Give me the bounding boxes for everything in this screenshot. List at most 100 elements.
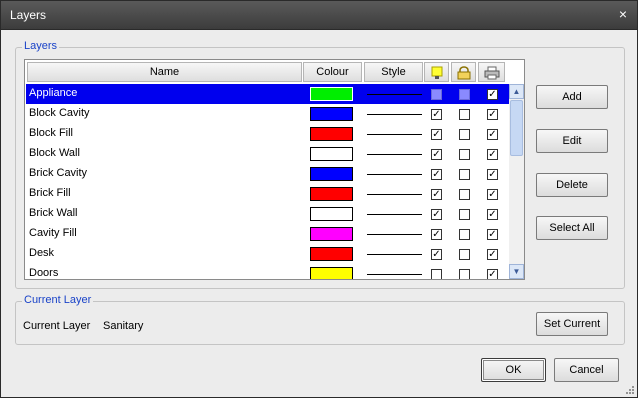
window-title: Layers <box>10 8 47 22</box>
column-header-name-label: Name <box>149 66 180 78</box>
layer-print-checkbox[interactable]: ✓ <box>487 269 498 279</box>
scroll-down-icon[interactable]: ▼ <box>509 264 524 279</box>
add-button[interactable]: Add <box>536 85 608 109</box>
layer-row[interactable]: Doors ✓ <box>26 264 509 279</box>
layer-colour-swatch[interactable] <box>310 147 353 161</box>
layers-group-label: Layers <box>22 40 60 52</box>
layer-row[interactable]: Brick Wall ✓ ✓ <box>26 204 509 224</box>
layer-colour-swatch[interactable] <box>310 267 353 279</box>
layer-lock-checkbox[interactable] <box>459 209 470 220</box>
column-header-lock[interactable] <box>451 62 476 82</box>
column-header-name[interactable]: Name <box>27 62 302 82</box>
vertical-scrollbar[interactable]: ▲ ▼ <box>509 84 524 279</box>
layer-style-line[interactable] <box>367 174 422 175</box>
layer-visible-checkbox[interactable]: ✓ <box>431 109 442 120</box>
layer-name: Appliance <box>29 87 78 99</box>
layer-style-line[interactable] <box>367 134 422 135</box>
select-all-button[interactable]: Select All <box>536 216 608 240</box>
layer-visible-checkbox[interactable]: ✓ <box>431 129 442 140</box>
layer-style-line[interactable] <box>367 234 422 235</box>
layer-print-checkbox[interactable]: ✓ <box>487 109 498 120</box>
layer-visible-checkbox[interactable]: ✓ <box>431 169 442 180</box>
layer-row[interactable]: Brick Fill ✓ ✓ <box>26 184 509 204</box>
layer-visible-checkbox[interactable]: ✓ <box>431 209 442 220</box>
delete-button[interactable]: Delete <box>536 173 608 197</box>
layer-colour-swatch[interactable] <box>310 127 353 141</box>
layer-lock-checkbox[interactable] <box>459 269 470 279</box>
layer-row[interactable]: Appliance ✓ <box>26 84 509 104</box>
layer-style-line[interactable] <box>367 274 422 275</box>
column-header-style-label: Style <box>381 66 406 78</box>
layer-style-line[interactable] <box>367 94 422 95</box>
layer-lock-checkbox[interactable] <box>459 169 470 180</box>
layer-print-checkbox[interactable]: ✓ <box>487 209 498 220</box>
current-layer-group-label: Current Layer <box>22 294 94 306</box>
layer-name: Cavity Fill <box>29 227 77 239</box>
layer-visible-checkbox[interactable] <box>431 89 442 100</box>
cancel-button[interactable]: Cancel <box>554 358 619 382</box>
layer-lock-checkbox[interactable] <box>459 129 470 140</box>
layer-print-checkbox[interactable]: ✓ <box>487 189 498 200</box>
layer-name: Doors <box>29 267 59 279</box>
column-header-visible[interactable] <box>424 62 449 82</box>
edit-button[interactable]: Edit <box>536 129 608 153</box>
layer-row[interactable]: Brick Cavity ✓ ✓ <box>26 164 509 184</box>
layers-dialog: Layers × Layers Name Colour Style Applia… <box>0 0 638 398</box>
resize-grip-icon[interactable] <box>626 386 634 394</box>
layer-style-line[interactable] <box>367 194 422 195</box>
layer-colour-swatch[interactable] <box>310 87 353 101</box>
layer-colour-swatch[interactable] <box>310 187 353 201</box>
layer-visible-checkbox[interactable] <box>431 269 442 279</box>
layer-print-checkbox[interactable]: ✓ <box>487 249 498 260</box>
layer-visible-checkbox[interactable]: ✓ <box>431 189 442 200</box>
layer-lock-checkbox[interactable] <box>459 149 470 160</box>
column-header-colour-label: Colour <box>316 66 349 78</box>
layer-style-line[interactable] <box>367 254 422 255</box>
layer-name: Block Fill <box>29 127 74 139</box>
layer-print-checkbox[interactable]: ✓ <box>487 129 498 140</box>
layer-lock-checkbox[interactable] <box>459 249 470 260</box>
layer-colour-swatch[interactable] <box>310 167 353 181</box>
layer-name: Brick Fill <box>29 187 71 199</box>
layer-visible-checkbox[interactable]: ✓ <box>431 149 442 160</box>
layer-colour-swatch[interactable] <box>310 107 353 121</box>
layer-colour-swatch[interactable] <box>310 247 353 261</box>
layer-colour-swatch[interactable] <box>310 227 353 241</box>
layer-name: Brick Wall <box>29 207 78 219</box>
column-header-style[interactable]: Style <box>364 62 423 82</box>
layer-row[interactable]: Block Wall ✓ ✓ <box>26 144 509 164</box>
layer-lock-checkbox[interactable] <box>459 109 470 120</box>
layer-name: Brick Cavity <box>29 167 88 179</box>
column-header-colour[interactable]: Colour <box>303 62 362 82</box>
layer-name: Desk <box>29 247 55 259</box>
current-layer-value: Sanitary <box>103 320 144 332</box>
layer-row[interactable]: Desk ✓ ✓ <box>26 244 509 264</box>
layer-name: Block Wall <box>29 147 80 159</box>
layer-style-line[interactable] <box>367 214 422 215</box>
layer-lock-checkbox[interactable] <box>459 229 470 240</box>
layer-print-checkbox[interactable]: ✓ <box>487 89 498 100</box>
layer-print-checkbox[interactable]: ✓ <box>487 169 498 180</box>
layers-table: Name Colour Style Appliance ✓ Block Cavity… <box>24 59 525 280</box>
bulb-icon <box>431 66 443 79</box>
column-header-print[interactable] <box>478 62 505 82</box>
layer-lock-checkbox[interactable] <box>459 89 470 100</box>
layer-colour-swatch[interactable] <box>310 207 353 221</box>
layer-print-checkbox[interactable]: ✓ <box>487 229 498 240</box>
close-icon[interactable]: × <box>615 6 631 22</box>
layer-lock-checkbox[interactable] <box>459 189 470 200</box>
layer-style-line[interactable] <box>367 154 422 155</box>
layer-name: Block Cavity <box>29 107 90 119</box>
layer-row[interactable]: Cavity Fill ✓ ✓ <box>26 224 509 244</box>
layer-visible-checkbox[interactable]: ✓ <box>431 229 442 240</box>
set-current-button[interactable]: Set Current <box>536 312 608 336</box>
layer-visible-checkbox[interactable]: ✓ <box>431 249 442 260</box>
scroll-up-icon[interactable]: ▲ <box>509 84 524 99</box>
layer-style-line[interactable] <box>367 114 422 115</box>
title-bar[interactable]: Layers × <box>1 1 637 30</box>
layer-print-checkbox[interactable]: ✓ <box>487 149 498 160</box>
scroll-thumb[interactable] <box>510 100 523 156</box>
layer-row[interactable]: Block Fill ✓ ✓ <box>26 124 509 144</box>
ok-button[interactable]: OK <box>481 358 546 382</box>
layer-row[interactable]: Block Cavity ✓ ✓ <box>26 104 509 124</box>
